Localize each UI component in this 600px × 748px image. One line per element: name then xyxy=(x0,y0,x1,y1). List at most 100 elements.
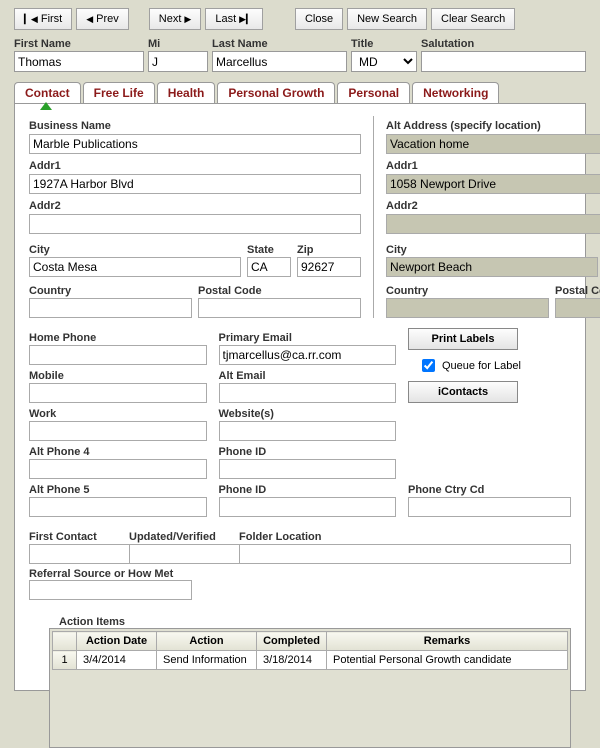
row-number: 1 xyxy=(53,651,77,670)
alt-country-label: Country xyxy=(386,285,549,297)
postal-field[interactable] xyxy=(198,298,361,318)
alt5-field[interactable] xyxy=(29,497,207,517)
action-items-grid[interactable]: Action Date Action Completed Remarks 1 3… xyxy=(49,628,571,748)
mobile-label: Mobile xyxy=(29,370,207,382)
tab-personal-growth[interactable]: Personal Growth xyxy=(217,82,335,103)
alt4-field[interactable] xyxy=(29,459,207,479)
salutation-label: Salutation xyxy=(421,38,586,50)
alt-addr1-label: Addr1 xyxy=(386,160,600,172)
row-remarks[interactable]: Potential Personal Growth candidate xyxy=(327,651,568,670)
tab-networking[interactable]: Networking xyxy=(412,82,499,103)
addr2-field[interactable] xyxy=(29,214,361,234)
primary-email-label: Primary Email xyxy=(219,332,397,344)
alt-city-field[interactable] xyxy=(386,257,598,277)
city-label: City xyxy=(29,244,241,256)
work-field[interactable] xyxy=(29,421,207,441)
tab-health[interactable]: Health xyxy=(157,82,216,103)
folder-label: Folder Location xyxy=(239,531,571,543)
prev-button[interactable]: ◀Prev xyxy=(76,8,129,30)
country-field[interactable] xyxy=(29,298,192,318)
home-phone-field[interactable] xyxy=(29,345,207,365)
phone-id2-label: Phone ID xyxy=(219,484,397,496)
title-label: Title xyxy=(351,38,417,50)
state-field[interactable] xyxy=(247,257,291,277)
websites-label: Website(s) xyxy=(219,408,397,420)
tab-free-life[interactable]: Free Life xyxy=(83,82,155,103)
row-date[interactable]: 3/4/2014 xyxy=(77,651,157,670)
active-tab-indicator-icon xyxy=(40,102,52,110)
phone-ctry-label: Phone Ctry Cd xyxy=(408,484,571,496)
queue-checkbox-label: Queue for Label xyxy=(442,360,521,372)
last-name-field[interactable] xyxy=(212,51,347,72)
action-items-label: Action Items xyxy=(59,616,571,628)
mobile-field[interactable] xyxy=(29,383,207,403)
salutation-field[interactable] xyxy=(421,51,586,72)
zip-label: Zip xyxy=(297,244,361,256)
grid-header-remarks: Remarks xyxy=(327,632,568,651)
grid-header-date: Action Date xyxy=(77,632,157,651)
title-select[interactable]: MD xyxy=(351,51,417,72)
phone-ctry-field[interactable] xyxy=(408,497,571,517)
primary-email-field[interactable] xyxy=(219,345,397,365)
addr1-label: Addr1 xyxy=(29,160,361,172)
queue-checkbox-input[interactable] xyxy=(422,359,435,372)
grid-header-action: Action xyxy=(157,632,257,651)
alt-country-field[interactable] xyxy=(386,298,549,318)
tab-contact[interactable]: Contact xyxy=(14,82,81,103)
clear-search-button[interactable]: Clear Search xyxy=(431,8,515,30)
tab-strip: Contact Free Life Health Personal Growth… xyxy=(0,82,600,103)
first-button[interactable]: ▎◀First xyxy=(14,8,72,30)
last-button[interactable]: Last▶▎ xyxy=(205,8,263,30)
alt-email-label: Alt Email xyxy=(219,370,397,382)
tab-personal[interactable]: Personal xyxy=(337,82,410,103)
alt-addr2-field[interactable] xyxy=(386,214,600,234)
business-name-label: Business Name xyxy=(29,120,361,132)
first-name-field[interactable] xyxy=(14,51,144,72)
first-contact-label: First Contact xyxy=(29,531,119,543)
websites-field[interactable] xyxy=(219,421,397,441)
new-search-button[interactable]: New Search xyxy=(347,8,427,30)
phone-id1-field[interactable] xyxy=(219,459,397,479)
close-button[interactable]: Close xyxy=(295,8,343,30)
alt4-label: Alt Phone 4 xyxy=(29,446,207,458)
postal-label: Postal Code xyxy=(198,285,361,297)
first-name-label: First Name xyxy=(14,38,144,50)
city-field[interactable] xyxy=(29,257,241,277)
queue-checkbox[interactable]: Queue for Label xyxy=(408,356,521,375)
toolbar: ▎◀First ◀Prev Next▶ Last▶▎ Close New Sea… xyxy=(0,0,600,36)
next-button[interactable]: Next▶ xyxy=(149,8,202,30)
grid-header-blank xyxy=(53,632,77,651)
grid-header-completed: Completed xyxy=(257,632,327,651)
alt-postal-field[interactable] xyxy=(555,298,600,318)
country-label: Country xyxy=(29,285,192,297)
alt5-label: Alt Phone 5 xyxy=(29,484,207,496)
alt-address-label: Alt Address (specify location) xyxy=(386,120,600,132)
last-name-label: Last Name xyxy=(212,38,347,50)
state-label: State xyxy=(247,244,291,256)
mi-field[interactable] xyxy=(148,51,208,72)
zip-field[interactable] xyxy=(297,257,361,277)
business-name-field[interactable] xyxy=(29,134,361,154)
mi-label: Mi xyxy=(148,38,208,50)
addr2-label: Addr2 xyxy=(29,200,361,212)
first-icon: ▎◀ xyxy=(24,15,38,24)
prev-icon: ◀ xyxy=(86,15,93,24)
table-row[interactable]: 1 3/4/2014 Send Information 3/18/2014 Po… xyxy=(53,651,568,670)
print-labels-button[interactable]: Print Labels xyxy=(408,328,518,350)
name-row: First Name Mi Last Name Title MD Salutat… xyxy=(0,36,600,82)
row-completed[interactable]: 3/18/2014 xyxy=(257,651,327,670)
row-action[interactable]: Send Information xyxy=(157,651,257,670)
referral-label: Referral Source or How Met xyxy=(29,568,571,580)
alt-addr1-field[interactable] xyxy=(386,174,600,194)
alt-address-field[interactable] xyxy=(386,134,600,154)
contact-panel: Business Name Addr1 Addr2 City State Zip xyxy=(14,103,586,691)
alt-email-field[interactable] xyxy=(219,383,397,403)
grid-header-row: Action Date Action Completed Remarks xyxy=(53,632,568,651)
home-phone-label: Home Phone xyxy=(29,332,207,344)
alt-city-label: City xyxy=(386,244,598,256)
folder-field[interactable] xyxy=(239,544,571,564)
phone-id2-field[interactable] xyxy=(219,497,397,517)
icontacts-button[interactable]: iContacts xyxy=(408,381,518,403)
referral-field[interactable] xyxy=(29,580,192,600)
addr1-field[interactable] xyxy=(29,174,361,194)
